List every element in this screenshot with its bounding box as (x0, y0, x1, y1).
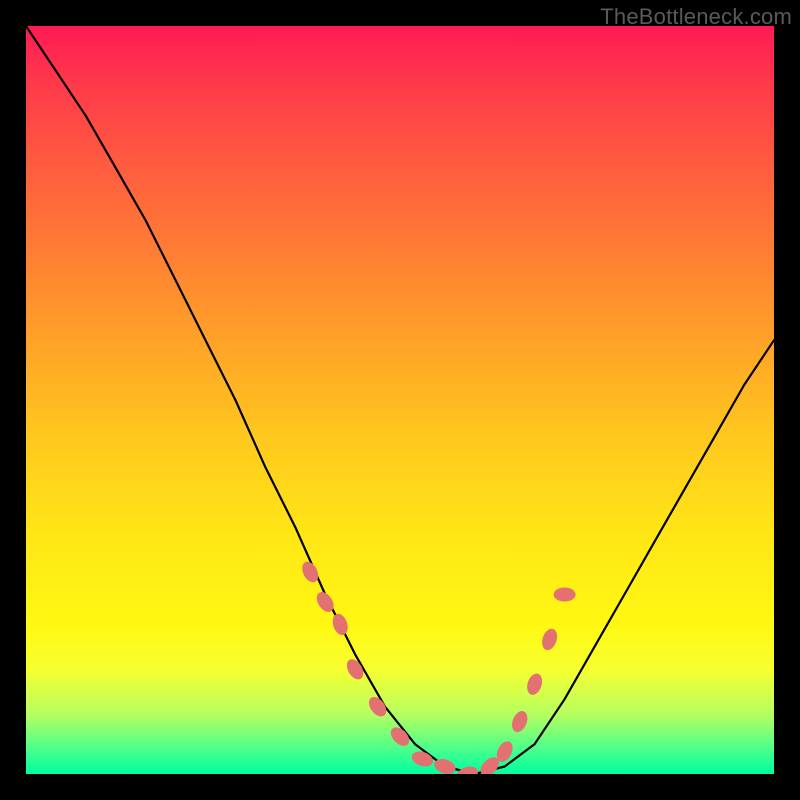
curve-path (26, 26, 774, 774)
highlight-marker (539, 627, 559, 652)
highlight-markers (299, 559, 576, 774)
plot-area (26, 26, 774, 774)
chart-frame: TheBottleneck.com (0, 0, 800, 800)
highlight-marker (410, 749, 435, 769)
highlight-marker (554, 588, 576, 602)
highlight-marker (524, 672, 544, 697)
highlight-marker (330, 612, 350, 637)
chart-svg (26, 26, 774, 774)
highlight-marker (509, 709, 530, 735)
bottleneck-curve (26, 26, 774, 774)
highlight-marker (299, 559, 321, 585)
watermark-text: TheBottleneck.com (600, 4, 792, 30)
